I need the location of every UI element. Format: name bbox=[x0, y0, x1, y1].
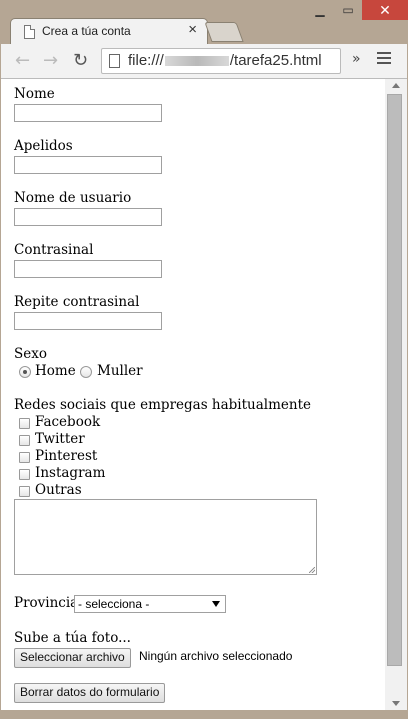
checkbox-outras[interactable] bbox=[19, 486, 30, 497]
reload-icon[interactable]: ↻ bbox=[73, 50, 88, 71]
window-bottom-frame bbox=[0, 710, 408, 719]
tab-title: Crea a túa conta bbox=[42, 24, 131, 38]
tab-close-icon[interactable]: × bbox=[188, 21, 197, 38]
menu-icon[interactable] bbox=[377, 52, 391, 67]
repite-contrasinal-label: Repite contrasinal bbox=[14, 294, 140, 310]
checkbox-outras-label: Outras bbox=[35, 482, 82, 498]
nome-input[interactable] bbox=[14, 104, 162, 122]
checkbox-instagram[interactable] bbox=[19, 469, 30, 480]
checkbox-pinterest[interactable] bbox=[19, 452, 30, 463]
contrasinal-label: Contrasinal bbox=[14, 242, 94, 258]
checkbox-facebook-label: Facebook bbox=[35, 414, 101, 430]
scroll-thumb[interactable] bbox=[387, 94, 402, 666]
browser-window: Crea a túa conta × ▁ ▭ ✕ ← → ↻ file:////… bbox=[0, 0, 408, 719]
checkbox-instagram-label: Instagram bbox=[35, 465, 106, 481]
apelidos-input[interactable] bbox=[14, 156, 162, 174]
scroll-up-icon[interactable] bbox=[392, 83, 400, 88]
radio-muller-label: Muller bbox=[97, 363, 143, 379]
usuario-input[interactable] bbox=[14, 208, 162, 226]
provincia-label: Provincia bbox=[14, 595, 79, 611]
select-file-button[interactable]: Seleccionar archivo bbox=[14, 648, 131, 668]
extensions-overflow-icon[interactable]: » bbox=[352, 51, 361, 67]
usuario-label: Nome de usuario bbox=[14, 190, 132, 206]
forward-icon[interactable]: → bbox=[43, 50, 58, 71]
checkbox-pinterest-label: Pinterest bbox=[35, 448, 98, 464]
foto-label: Sube a túa foto... bbox=[14, 630, 131, 646]
sexo-label: Sexo bbox=[14, 346, 47, 362]
browser-tab[interactable]: Crea a túa conta × bbox=[10, 18, 208, 46]
checkbox-twitter[interactable] bbox=[19, 435, 30, 446]
scroll-down-icon[interactable] bbox=[392, 701, 400, 706]
window-controls: ▁ ▭ ✕ bbox=[306, 0, 408, 20]
browser-toolbar: ← → ↻ file:////tarefa25.html » bbox=[1, 44, 407, 79]
radio-muller[interactable] bbox=[80, 366, 92, 378]
tab-strip: Crea a túa conta × ▁ ▭ ✕ bbox=[0, 0, 408, 46]
page-icon bbox=[24, 25, 35, 39]
vertical-scrollbar[interactable] bbox=[385, 79, 407, 710]
reset-form-button[interactable]: Borrar datos do formulario bbox=[14, 683, 166, 703]
minimize-icon[interactable]: ▁ bbox=[306, 0, 334, 20]
window-close-icon[interactable]: ✕ bbox=[362, 0, 408, 20]
apelidos-label: Apelidos bbox=[14, 138, 73, 154]
new-tab-button[interactable] bbox=[204, 22, 244, 42]
url-text: file:////tarefa25.html bbox=[128, 52, 322, 69]
nome-label: Nome bbox=[14, 86, 55, 102]
dropdown-arrow-icon bbox=[212, 601, 220, 607]
repite-contrasinal-input[interactable] bbox=[14, 312, 162, 330]
redacted-path bbox=[164, 56, 229, 67]
checkbox-facebook[interactable] bbox=[19, 418, 30, 429]
provincia-select[interactable]: - selecciona - bbox=[74, 595, 226, 613]
file-icon bbox=[109, 54, 120, 68]
resize-grip-icon[interactable] bbox=[309, 567, 315, 573]
contrasinal-input[interactable] bbox=[14, 260, 162, 278]
checkbox-twitter-label: Twitter bbox=[35, 431, 85, 447]
page-content: Nome Apelidos Nome de usuario Contrasina… bbox=[1, 79, 385, 710]
radio-home-label: Home bbox=[35, 363, 76, 379]
redes-label: Redes sociais que empregas habitualmente bbox=[14, 397, 312, 413]
address-bar[interactable]: file:////tarefa25.html bbox=[101, 48, 341, 74]
outras-textarea[interactable] bbox=[14, 499, 317, 575]
maximize-icon[interactable]: ▭ bbox=[334, 0, 362, 20]
back-icon[interactable]: ← bbox=[15, 50, 30, 71]
file-status-text: Ningún archivo seleccionado bbox=[139, 649, 293, 663]
provincia-selected-value: - selecciona - bbox=[78, 597, 150, 611]
radio-home[interactable] bbox=[19, 366, 31, 378]
